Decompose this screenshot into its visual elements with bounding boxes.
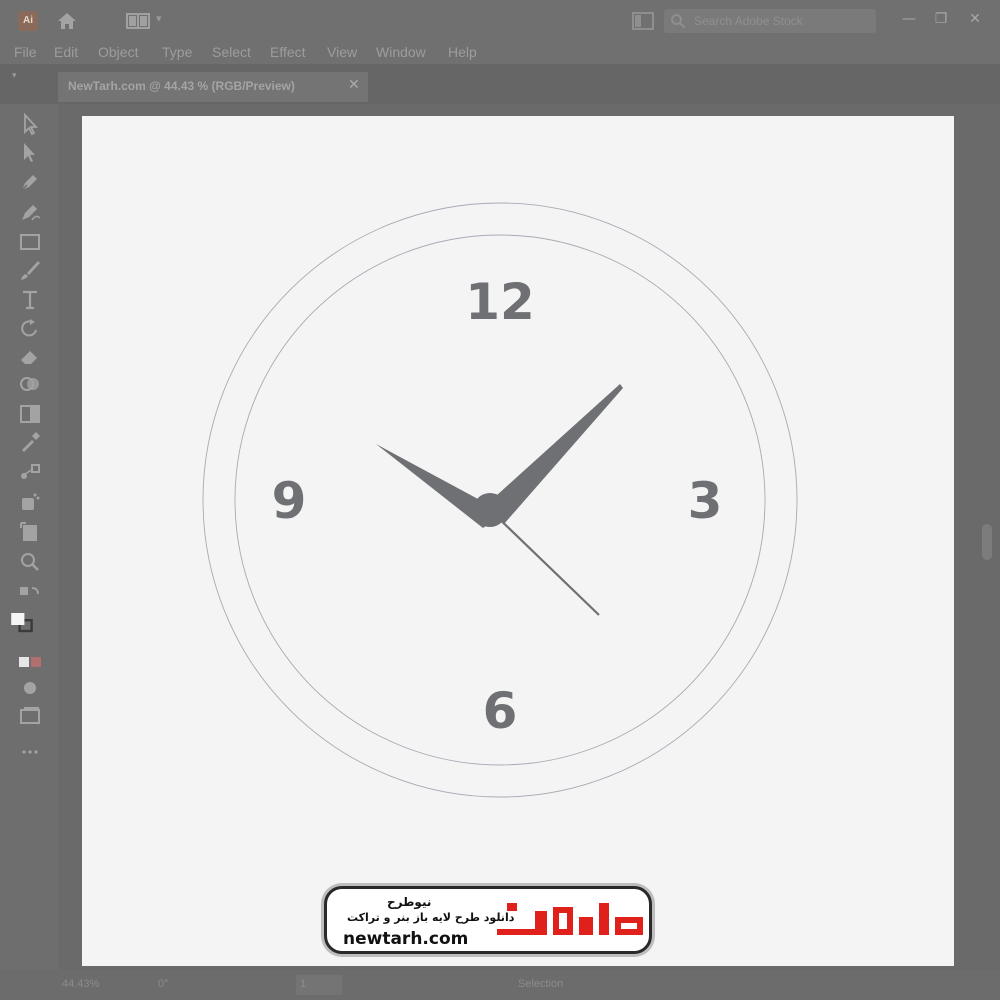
search-stock-field[interactable]: Search Adobe Stock [664, 9, 876, 33]
selection-tool-icon[interactable] [18, 112, 42, 136]
gradient-tool-icon[interactable] [18, 402, 42, 426]
document-tab-title: NewTarh.com @ 44.43 % (RGB/Preview) [68, 79, 295, 93]
menu-view[interactable]: View [327, 44, 357, 60]
close-tab-icon[interactable]: ✕ [348, 77, 360, 93]
clock-minute-hand[interactable] [486, 384, 623, 524]
shape-builder-tool-icon[interactable] [18, 372, 42, 396]
rotate-tool-icon[interactable] [18, 316, 42, 340]
zoom-tool-icon[interactable] [18, 550, 42, 574]
numeral-3: 3 [688, 472, 723, 530]
menu-select[interactable]: Select [212, 44, 251, 60]
blend-tool-icon[interactable] [18, 460, 42, 484]
artboard-number: 1 [300, 978, 307, 990]
watermark-tagline: دانلود طرح لایه باز بنر و تراکت [347, 911, 515, 924]
zoom-level[interactable]: 44.43% [62, 978, 99, 990]
newtarh-logo-icon [497, 903, 643, 935]
scrollbar-thumb[interactable] [982, 524, 992, 560]
numeral-6: 6 [483, 682, 518, 740]
menu-window[interactable]: Window [376, 44, 426, 60]
watermark-site-name: نیوطرح [387, 895, 432, 909]
color-mode-icons[interactable] [18, 650, 42, 674]
watermark-url: newtarh.com [343, 929, 469, 949]
menu-type[interactable]: Type [162, 44, 192, 60]
numeral-9: 9 [272, 472, 307, 530]
vertical-scrollbar[interactable] [976, 104, 1000, 970]
paintbrush-tool-icon[interactable] [18, 258, 42, 282]
screen-mode-icon[interactable] [18, 704, 42, 728]
tools-panel [0, 104, 58, 970]
artboard-tool-icon[interactable] [18, 520, 42, 544]
artboard-navigator[interactable]: 1 [296, 975, 342, 995]
fill-stroke-swatches[interactable] [10, 610, 50, 644]
symbol-sprayer-tool-icon[interactable] [18, 490, 42, 514]
direct-selection-tool-icon[interactable] [18, 140, 42, 164]
curvature-tool-icon[interactable] [18, 200, 42, 224]
current-tool-status: Selection [518, 978, 564, 990]
illustrator-window: Ai ▾ Search Adobe Stock — ❐ ✕ File Edit … [0, 0, 1000, 1000]
arrange-documents-icon[interactable] [632, 12, 654, 30]
home-icon[interactable] [56, 10, 78, 32]
illustrator-logo-icon: Ai [18, 11, 38, 31]
collapse-panel-icon[interactable]: ▾ [12, 70, 26, 80]
menu-edit[interactable]: Edit [54, 44, 78, 60]
document-tab[interactable]: NewTarh.com @ 44.43 % (RGB/Preview) ✕ [58, 72, 368, 102]
search-placeholder: Search Adobe Stock [694, 14, 803, 28]
menu-help[interactable]: Help [448, 44, 477, 60]
menu-file[interactable]: File [14, 44, 37, 60]
menu-effect[interactable]: Effect [270, 44, 306, 60]
newtarh-watermark: نیوطرح دانلود طرح لایه باز بنر و تراکت n… [324, 886, 652, 954]
pen-tool-icon[interactable] [18, 170, 42, 194]
status-bar: 44.43% 0° 1 Selection [0, 970, 1000, 1000]
type-tool-icon[interactable] [18, 288, 42, 312]
more-tools-icon[interactable] [18, 740, 42, 764]
workspace-switcher-icon[interactable] [126, 12, 150, 30]
rotation-angle[interactable]: 0° [158, 978, 169, 990]
numeral-12: 12 [465, 273, 535, 331]
draw-mode-icon[interactable] [18, 676, 42, 700]
rectangle-tool-icon[interactable] [18, 230, 42, 254]
restore-button[interactable]: ❐ [930, 8, 952, 30]
swap-fill-stroke-icon[interactable] [18, 584, 42, 608]
menu-bar: File Edit Object Type Select Effect View… [0, 42, 1000, 64]
eraser-tool-icon[interactable] [18, 344, 42, 368]
minimize-button[interactable]: — [898, 8, 920, 30]
eyedropper-tool-icon[interactable] [18, 430, 42, 454]
chevron-down-icon[interactable]: ▾ [156, 12, 168, 28]
close-button[interactable]: ✕ [964, 8, 986, 30]
clock-center-hub[interactable] [473, 493, 507, 527]
title-bar: Ai ▾ Search Adobe Stock — ❐ ✕ [0, 0, 1000, 42]
menu-object[interactable]: Object [98, 44, 138, 60]
clock-illustration[interactable]: 12 3 6 9 [82, 116, 954, 966]
search-icon [670, 13, 686, 29]
clock-second-hand[interactable] [489, 509, 600, 616]
